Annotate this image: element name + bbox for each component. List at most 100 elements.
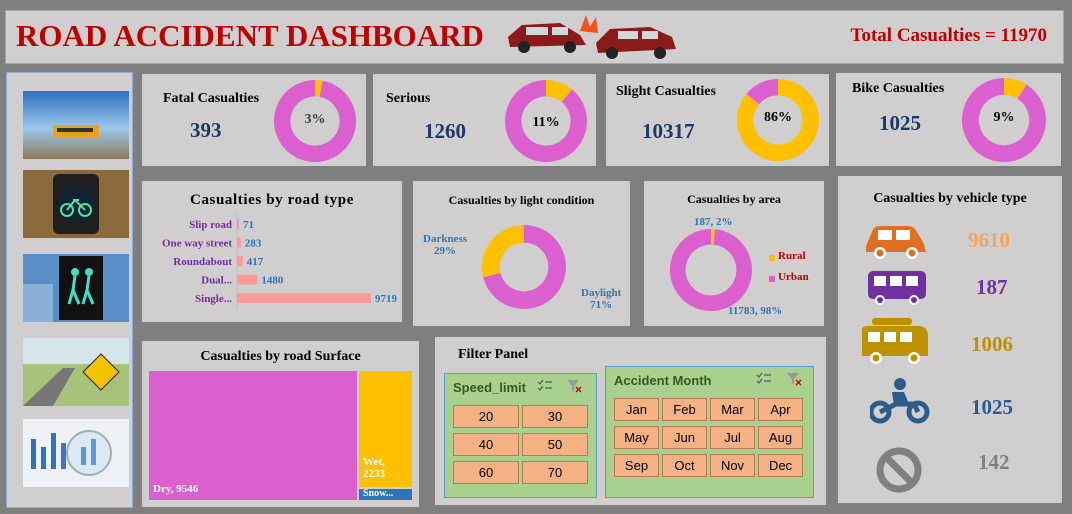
road-type-category-label: Slip road xyxy=(189,219,232,231)
filter-title: Filter Panel xyxy=(458,347,529,362)
speed-option[interactable]: 20 xyxy=(453,405,519,428)
bicycle-signal-icon xyxy=(23,170,129,238)
month-option[interactable]: Aug xyxy=(758,426,803,449)
road-type-value-label: 1480 xyxy=(261,275,284,287)
month-option[interactable]: Dec xyxy=(758,454,803,477)
kpi-serious: Serious 1260 11% xyxy=(373,74,596,166)
filter-panel: Filter Panel Speed_limit 20 30 40 50 60 … xyxy=(435,337,826,505)
road-type-title: Casualties by road type xyxy=(190,192,354,208)
month-option[interactable]: Jan xyxy=(614,398,659,421)
month-option[interactable]: Oct xyxy=(662,454,707,477)
surface-title: Casualties by road Surface xyxy=(200,349,361,364)
wet-value: 2233 xyxy=(363,468,385,480)
kpi-label: Bike Casualties xyxy=(852,81,945,96)
kpi-value: 10317 xyxy=(642,119,695,143)
light-donut-chart xyxy=(482,225,566,309)
speed-option[interactable]: 30 xyxy=(522,405,588,428)
van-icon xyxy=(862,318,928,364)
no-entry-icon xyxy=(876,447,922,493)
month-option[interactable]: Nov xyxy=(710,454,755,477)
kpi-slight: Slight Casualties 10317 86% xyxy=(606,74,829,166)
speed-option[interactable]: 40 xyxy=(453,433,519,456)
road-surface-panel: Casualties by road Surface Dry, 9546 Wet… xyxy=(142,341,419,507)
sidebar xyxy=(6,72,133,508)
speed-option[interactable]: 70 xyxy=(522,461,588,484)
month-option[interactable]: Jul xyxy=(710,426,755,449)
road-type-value-label: 417 xyxy=(247,256,264,268)
bus-icon xyxy=(868,271,926,305)
kpi-value: 393 xyxy=(190,118,222,142)
light-slice-darkness xyxy=(482,225,524,278)
darkness-pct: 29% xyxy=(434,245,456,257)
treemap-dry: Dry, 9546 xyxy=(149,371,357,500)
kpi-fatal: Fatal Casualties 393 3% xyxy=(142,74,366,166)
bus-photo-icon xyxy=(23,91,129,159)
legend-rural-marker xyxy=(769,255,775,261)
legend-urban-marker xyxy=(769,276,775,282)
area-donut-chart xyxy=(670,229,752,311)
kpi-value: 1025 xyxy=(879,111,921,135)
road-type-value-label: 71 xyxy=(243,219,254,231)
road-type-bar xyxy=(237,219,239,229)
treemap-wet: Wet, 2233 xyxy=(359,371,412,487)
month-option[interactable]: Apr xyxy=(758,398,803,421)
month-option[interactable]: Sep xyxy=(614,454,659,477)
road-type-category-label: Roundabout xyxy=(173,256,232,268)
speed-option[interactable]: 50 xyxy=(522,433,588,456)
road-type-chart: Slip road 71 One way street 283 Roundabout 41… xyxy=(162,213,398,309)
month-option[interactable]: May xyxy=(614,426,659,449)
kpi-value: 1260 xyxy=(424,119,466,143)
speed-slicer-title: Speed_limit xyxy=(453,380,526,395)
road-type-bar xyxy=(237,293,371,303)
kpi-label: Fatal Casualties xyxy=(163,91,260,106)
road-type-value-label: 283 xyxy=(245,238,262,250)
darkness-label: Darkness 29% xyxy=(423,233,467,257)
chart-magnifier-icon xyxy=(23,419,129,487)
wet-label: Wet, 2233 xyxy=(363,456,385,480)
legend-rural: Rural xyxy=(778,250,806,262)
road-type-bar xyxy=(237,274,258,285)
vehicle-value-other: 142 xyxy=(978,450,1010,474)
daylight-pct: 71% xyxy=(590,299,613,311)
road-type-category-label: Single... xyxy=(195,293,232,305)
kpi-percent: 86% xyxy=(764,110,792,125)
area-title: Casualties by area xyxy=(687,192,781,206)
vehicle-value-motorbike: 1025 xyxy=(971,395,1013,419)
area-slice-urban xyxy=(670,229,752,311)
road-type-bar xyxy=(237,237,241,248)
road-type-category-label: One way street xyxy=(162,238,232,250)
month-option[interactable]: Feb xyxy=(662,398,707,421)
multi-select-icon[interactable] xyxy=(756,372,772,386)
rural-data-label: 187, 2% xyxy=(694,216,733,228)
multi-select-icon[interactable] xyxy=(537,379,553,393)
crashed-cars-icon xyxy=(508,15,676,59)
daylight-label: Daylight 71% xyxy=(581,287,621,311)
speed-option[interactable]: 60 xyxy=(453,461,519,484)
motorbike-icon xyxy=(870,378,930,424)
kpi-label: Serious xyxy=(386,91,431,106)
vehicle-value-bus: 187 xyxy=(976,275,1008,299)
speed-limit-slicer: Speed_limit 20 30 40 50 60 70 xyxy=(444,373,597,498)
snow-label: Snow... xyxy=(363,489,394,499)
daylight-name: Daylight xyxy=(581,287,622,299)
vehicle-title: Casualties by vehicle type xyxy=(873,191,1027,206)
vehicle-value-van: 1006 xyxy=(971,332,1013,356)
header-bar: ROAD ACCIDENT DASHBOARD Total Casualties… xyxy=(5,10,1064,64)
month-option[interactable]: Mar xyxy=(710,398,755,421)
kpi-percent: 11% xyxy=(532,115,560,130)
area-panel: Casualties by area 187, 2% 11783, 98% Ru… xyxy=(644,181,824,326)
road-type-panel: Casualties by road type Slip road 71 One w… xyxy=(142,181,402,322)
vehicle-type-panel: Casualties by vehicle type 9610 187 1006… xyxy=(838,176,1062,503)
darkness-name: Darkness xyxy=(423,233,468,245)
vehicle-value-car: 9610 xyxy=(968,228,1010,252)
pedestrian-signal-icon xyxy=(23,254,129,322)
urban-data-label: 11783, 98% xyxy=(728,305,783,317)
clear-filter-icon[interactable] xyxy=(566,379,582,393)
month-option[interactable]: Jun xyxy=(662,426,707,449)
legend-urban: Urban xyxy=(778,271,809,283)
light-condition-panel: Casualties by light condition Darkness 2… xyxy=(413,181,630,326)
road-type-value-label: 9719 xyxy=(375,293,398,305)
car-icon xyxy=(866,226,926,259)
dry-label: Dry, 9546 xyxy=(153,483,199,495)
clear-filter-icon[interactable] xyxy=(786,372,802,386)
